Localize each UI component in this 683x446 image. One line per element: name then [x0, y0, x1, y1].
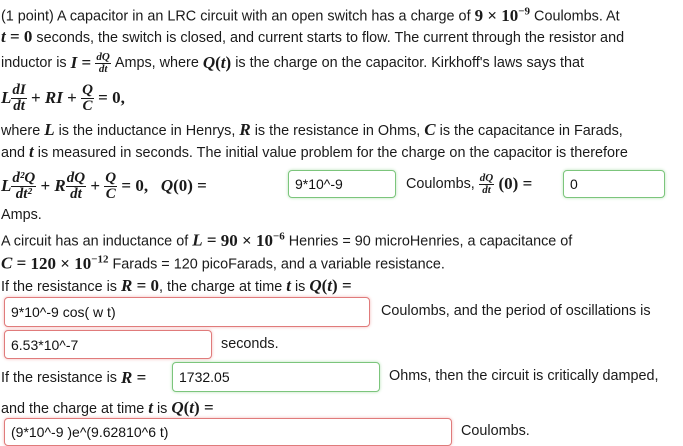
amps-where-text: Amps, where [114, 55, 199, 71]
intro-text-b: Coulombs. At [534, 8, 620, 25]
coulombs-end-label: Coulombs. [461, 423, 530, 439]
amps-label: Amps. [1, 207, 42, 223]
r-crit-line: If the resistance is R = [1, 368, 147, 387]
circuit-line: A circuit has an inductance of L = 90 × … [1, 230, 573, 250]
dq-dt-fraction: dQ dt [95, 50, 111, 75]
q0-input[interactable]: 9*10^-9 [288, 170, 396, 198]
problem-line-3: inductor is I = dQ dt Amps, where Q(t) is… [1, 50, 585, 75]
r0-line: If the resistance is R = 0, the charge a… [1, 276, 352, 295]
inductor-text: inductor is [1, 55, 67, 71]
kirchhoff-equation: L dI dt + RI + QC = 0, [1, 81, 125, 114]
period-input[interactable]: 6.53*10^-7 [4, 330, 212, 359]
ohms-crit-label: Ohms, then the circuit is critically dam… [389, 368, 659, 384]
capacitance-line: C = 120 × 10−12 Farads = 120 picoFarads,… [1, 253, 445, 273]
initial-charge-value: 9 × 10−9 [474, 5, 531, 25]
charge-r0-input[interactable]: 9*10^-9 cos( w t) [4, 297, 370, 327]
charge-crit-input[interactable]: (9*10^-9 )e^(9.62810^6 t) [4, 418, 452, 446]
problem-line-2: t = 0 seconds, the switch is closed, and… [1, 27, 625, 46]
charge-crit-line: and the charge at time t is Q(t) = [1, 398, 214, 417]
r-crit-input[interactable]: 1732.05 [172, 362, 380, 392]
points-label: (1 point) [1, 8, 54, 25]
seconds-label: seconds. [221, 336, 279, 352]
line2-text: seconds, the switch is closed, and curre… [36, 30, 625, 46]
ivp-equation: L d²Q dt² + R dQ dt + QC = 0, Q (0) = [1, 169, 207, 202]
where-line: where L is the inductance in Henrys, R i… [1, 120, 623, 139]
problem-line-1: (1 point) A capacitor in an LRC circuit … [1, 5, 620, 26]
is-charge-text: is the charge on the capacitor. Kirkhoff… [235, 55, 585, 71]
ivp-coulombs: Coulombs, dQ dt (0) = [406, 171, 533, 196]
measured-line: and t is measured in seconds. The initia… [1, 142, 628, 161]
dq0-input[interactable]: 0 [563, 170, 665, 198]
intro-text-a: A capacitor in an LRC circuit with an op… [57, 8, 471, 25]
coulombs-period-label: Coulombs, and the period of oscillations… [381, 303, 651, 319]
